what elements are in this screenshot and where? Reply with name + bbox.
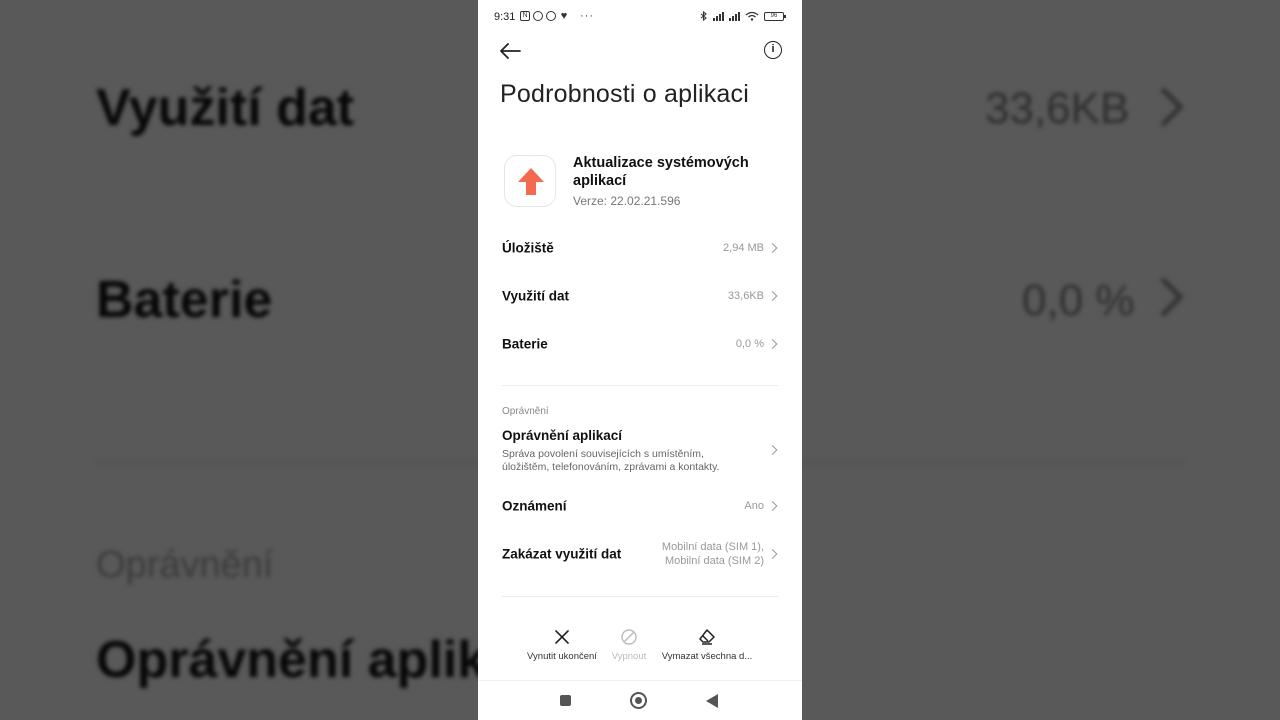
whatsapp-icon [546,11,556,21]
divider [502,596,778,597]
close-icon [555,630,569,644]
app-name: Aktualizace systémových aplikací [573,155,749,189]
permissions-title[interactable]: Oprávnění aplikací [502,428,622,443]
app-icon [504,155,556,207]
row-notifications[interactable]: Oznámení Ano [502,486,778,526]
bg-value-battery: 0,0 % [1022,276,1135,325]
bg-chevron-icon [1144,87,1184,127]
bluetooth-icon [700,11,707,21]
row-value: 0,0 % [735,338,764,350]
more-notifications-icon: ··· [580,10,594,22]
battery-icon: 96 [764,11,786,21]
eraser-icon [699,629,715,645]
disable-button[interactable]: Vypnout [604,628,654,662]
heart-icon: ♥ [560,10,568,22]
action-label: Vypnout [611,651,647,662]
chevron-right-icon [767,339,778,349]
row-restrict-data[interactable]: Zakázat využití dat Mobilní data (SIM 1)… [502,534,778,574]
signal-sim2-icon [729,11,740,21]
action-label: Vymazat všechna d... [661,651,753,662]
chevron-right-icon [767,243,778,253]
back-button[interactable] [706,694,718,708]
messenger-icon [533,11,543,21]
chevron-right-icon [767,549,778,559]
row-label: Oznámení [502,498,567,514]
divider [502,385,778,386]
chevron-right-icon [767,291,778,301]
row-data-usage[interactable]: Využití dat 33,6KB [502,276,778,316]
row-value: 33,6KB [727,290,764,302]
chevron-right-icon [767,445,778,455]
status-time: 9:31 [494,11,516,23]
section-header-permissions: Oprávnění [502,406,549,417]
phone-screen: 9:31 N ♥ ··· 96 i Podrobnosti o aplikaci… [478,0,802,720]
bg-value-data-usage: 33,6KB [985,84,1130,133]
row-label: Zakázat využití dat [502,546,622,562]
permissions-description: Správa povolení souvisejících s umístění… [502,448,720,473]
bg-label-battery: Baterie [96,271,273,329]
row-label: Využití dat [502,288,570,304]
bg-label-permissions: Oprávnění aplik [96,631,487,689]
back-arrow-icon[interactable] [498,41,522,61]
navigation-bar [478,680,802,720]
force-stop-button[interactable]: Vynutit ukončení [524,628,600,662]
signal-sim1-icon [713,11,724,21]
status-bar: 9:31 N ♥ ··· 96 [478,0,802,34]
upload-arrow-icon [518,168,544,195]
row-battery[interactable]: Baterie 0,0 % [502,324,778,364]
row-value-line2: Mobilní data (SIM 2) [664,555,764,567]
wifi-icon [745,11,759,21]
disable-icon [621,629,637,645]
row-value: Mobilní data (SIM 1), Mobilní data (SIM … [662,540,764,568]
row-value: Ano [744,500,764,512]
bg-label-data-usage: Využití dat [96,79,355,137]
row-storage[interactable]: Úložiště 2,94 MB [502,228,778,268]
app-version: Verze: 22.02.21.596 [573,194,681,208]
action-label: Vynutit ukončení [527,651,597,662]
bg-section-label: Oprávnění [96,544,274,586]
bg-chevron-icon [1144,277,1184,317]
row-value: 2,94 MB [723,242,764,254]
nfc-icon: N [520,11,530,21]
top-bar: i [478,34,802,68]
row-value-line1: Mobilní data (SIM 1), [661,541,764,553]
clear-data-button[interactable]: Vymazat všechna d... [660,628,754,662]
info-icon[interactable]: i [764,41,782,59]
action-bar: Vynutit ukončení Vypnout Vymazat všechna… [478,628,802,678]
chevron-right-icon [767,501,778,511]
row-label: Úložiště [502,240,554,256]
recents-button[interactable] [560,695,571,706]
page-title: Podrobnosti o aplikaci [500,80,749,108]
row-label: Baterie [502,336,548,352]
home-button[interactable] [630,692,647,709]
